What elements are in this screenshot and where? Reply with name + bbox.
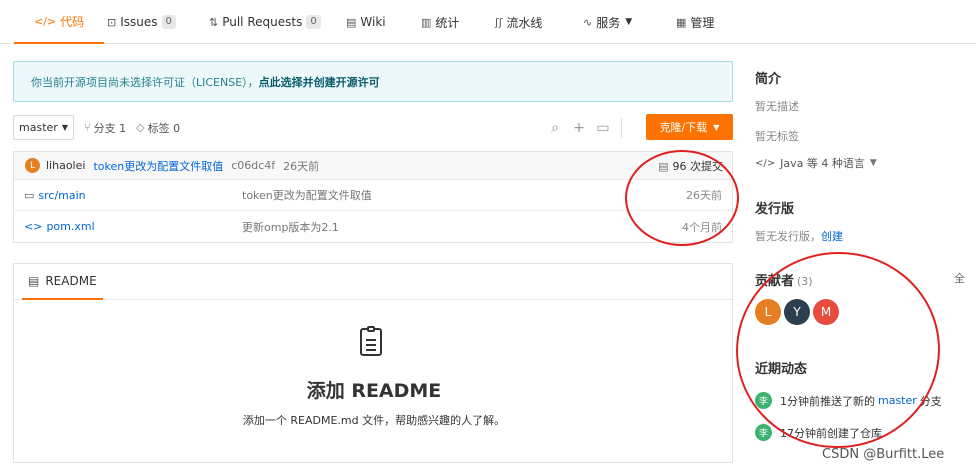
file-link[interactable]: <> pom.xml — [24, 220, 95, 233]
commit-message[interactable]: token更改为配置文件取值 — [93, 158, 223, 174]
license-notice: 你当前开源项目尚未选择许可证（LICENSE）， 点此选择并创建开源许可 — [13, 61, 733, 102]
create-license-link[interactable]: 点此选择并创建开源许可 — [259, 74, 380, 90]
create-release-link[interactable]: 创建 — [821, 230, 843, 243]
chevron-down-icon: ▼ — [869, 158, 877, 168]
branches-link[interactable]: 分支 1 — [94, 120, 127, 136]
branch-meta: ⑂ 分支 1 ◇ 标签 0 — [84, 115, 180, 140]
issues-count: 0 — [161, 15, 176, 29]
language-selector[interactable]: </> Java 等 4 种语言 ▼ — [755, 155, 877, 171]
tab-code[interactable]: </> 代码 — [14, 0, 105, 44]
commit-author[interactable]: lihaolei — [46, 159, 85, 172]
document-icon: ▤ — [28, 274, 40, 288]
file-link[interactable]: ▭ src/main — [24, 189, 86, 202]
language-text: Java 等 4 种语言 — [780, 157, 865, 170]
clone-label: 克隆/下载 — [659, 121, 708, 134]
readme-tab-label: README — [45, 274, 97, 288]
latest-commit-row: L lihaolei token更改为配置文件取值 c06dc4f 26天前 ▤… — [14, 152, 732, 180]
tab-label: 服务 — [596, 15, 621, 30]
release-empty: 暂无发行版， — [755, 230, 821, 243]
folder-icon: ▭ — [24, 188, 35, 202]
code-icon: </> — [755, 157, 776, 169]
add-icon[interactable]: + — [567, 120, 591, 136]
wiki-icon: ▤ — [346, 15, 357, 29]
stats-icon: ▥ — [421, 15, 432, 29]
web-ide-icon[interactable]: ▭ — [591, 120, 615, 136]
tab-issues[interactable]: ⊡ Issues 0 — [107, 0, 176, 44]
tab-pull-requests[interactable]: ⇅ Pull Requests 0 — [209, 0, 321, 44]
tab-label: Pull Requests — [222, 15, 303, 29]
avatar[interactable]: L — [25, 158, 40, 173]
tab-readme[interactable]: ▤ README — [22, 264, 103, 300]
code-file-icon: <> — [24, 220, 43, 233]
file-name: src/main — [38, 188, 86, 202]
avatar[interactable]: 李 — [755, 424, 772, 441]
tab-label: Issues — [120, 15, 158, 29]
tab-pipeline[interactable]: ʃʃ 流水线 — [495, 0, 542, 44]
repo-nav: </> 代码 ⊡ Issues 0 ⇅ Pull Requests 0 ▤ Wi… — [0, 0, 976, 44]
readme-panel: ▤ README 添加 README 添加一个 README.md 文件，帮助感… — [13, 263, 733, 463]
readme-title[interactable]: 添加 README — [14, 376, 734, 403]
tab-services[interactable]: ∿ 服务 ▼ — [583, 0, 632, 44]
chevron-down-icon: ▼ — [61, 123, 68, 132]
pull-request-icon: ⇅ — [209, 15, 219, 29]
tags-link[interactable]: 标签 0 — [148, 120, 181, 136]
manage-icon: ▦ — [676, 15, 687, 29]
tab-manage[interactable]: ▦ 管理 — [676, 0, 714, 44]
services-icon: ∿ — [583, 15, 593, 29]
notice-text: 你当前开源项目尚未选择许可证（LICENSE）， — [31, 75, 259, 89]
divider — [621, 117, 622, 138]
issues-icon: ⊡ — [107, 15, 117, 29]
commit-time: 26天前 — [283, 159, 320, 173]
readme-header: ▤ README — [14, 264, 732, 300]
tab-wiki[interactable]: ▤ Wiki — [346, 0, 386, 44]
file-commit-message[interactable]: token更改为配置文件取值 — [242, 187, 372, 203]
tab-label: 管理 — [690, 15, 715, 30]
search-icon[interactable]: ⌕ — [543, 120, 567, 136]
tab-label: 统计 — [435, 15, 460, 30]
intro-heading: 简介 — [755, 72, 782, 87]
all-contributors-link[interactable]: 全 — [954, 270, 965, 286]
release-heading: 发行版 — [755, 202, 795, 217]
pr-count: 0 — [306, 15, 321, 29]
pipeline-icon: ʃʃ — [495, 15, 503, 29]
tag-icon: ◇ — [136, 121, 145, 134]
clipboard-icon — [360, 326, 382, 356]
code-icon: </> — [34, 14, 57, 28]
annotation-circle — [625, 150, 739, 246]
table-row: <> pom.xml 更新omp版本为2.1 4个月前 — [14, 211, 732, 242]
tab-label: 流水线 — [506, 15, 543, 30]
branch-name: master — [19, 121, 58, 134]
clone-download-button[interactable]: 克隆/下载 ▼ — [646, 114, 733, 140]
release-text: 暂无发行版，创建 — [755, 228, 843, 244]
tags-text: 暂无标签 — [755, 130, 799, 143]
file-commit-message[interactable]: 更新omp版本为2.1 — [242, 219, 339, 235]
tab-label: Wiki — [360, 15, 386, 29]
readme-desc: 添加一个 README.md 文件，帮助感兴趣的人了解。 — [242, 414, 506, 427]
intro-desc: 暂无描述 — [755, 100, 799, 113]
repo-tools: ⌕ + ▭ — [543, 115, 632, 140]
watermark: CSDN @Burfitt.Lee — [822, 447, 945, 462]
chevron-down-icon: ▼ — [713, 122, 720, 132]
file-name: pom.xml — [46, 220, 95, 233]
branch-icon: ⑂ — [84, 121, 91, 134]
branch-select[interactable]: master ▼ — [13, 115, 74, 140]
commit-hash[interactable]: c06dc4f — [231, 159, 275, 172]
tab-stats[interactable]: ▥ 统计 — [421, 0, 459, 44]
chevron-down-icon: ▼ — [625, 17, 633, 27]
tab-label: 代码 — [60, 14, 85, 29]
